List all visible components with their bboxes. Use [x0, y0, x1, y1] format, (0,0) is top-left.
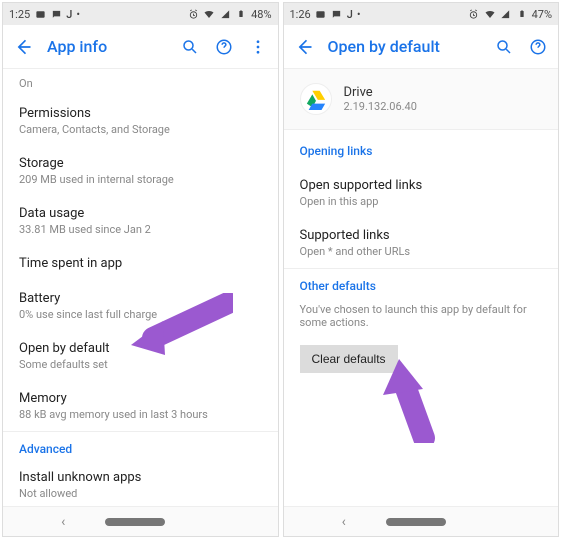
supported-title: Supported links [300, 228, 543, 243]
installunknown-title: Install unknown apps [19, 470, 262, 485]
nav-bar: ‹ [284, 506, 559, 536]
app-version: 2.19.132.06.40 [344, 100, 417, 113]
chat-icon [331, 8, 343, 20]
other-defaults-header: Other defaults [284, 269, 559, 303]
status-bar: 1:25 J • 48% [3, 3, 278, 25]
opensupported-title: Open supported links [300, 178, 543, 193]
drive-icon [300, 83, 332, 115]
item-time-spent[interactable]: Time spent in app [3, 246, 278, 281]
content: Drive 2.19.132.06.40 Opening links Open … [284, 69, 559, 506]
opensupported-sub: Open in this app [300, 195, 543, 208]
wifi-icon [484, 8, 496, 20]
app-bar: App info [3, 25, 278, 69]
search-icon[interactable] [180, 37, 200, 57]
notification-icon [315, 8, 327, 20]
app-name: Drive [344, 85, 417, 100]
item-open-by-default[interactable]: Open by default Some defaults set [3, 331, 278, 381]
alarm-icon [187, 8, 199, 20]
item-supported-links[interactable]: Supported links Open * and other URLs [284, 218, 559, 268]
data-sub: 33.81 MB used since Jan 2 [19, 223, 262, 236]
back-icon[interactable] [13, 37, 33, 57]
nav-back-icon[interactable]: ‹ [61, 514, 65, 530]
data-title: Data usage [19, 206, 262, 221]
item-permissions[interactable]: Permissions Camera, Contacts, and Storag… [3, 96, 278, 146]
storage-title: Storage [19, 156, 262, 171]
installunknown-sub: Not allowed [19, 487, 262, 500]
permissions-sub: Camera, Contacts, and Storage [19, 123, 262, 136]
battery-pct: 47% [532, 8, 552, 21]
help-icon[interactable] [528, 37, 548, 57]
page-title: Open by default [328, 37, 481, 56]
app-header: Drive 2.19.132.06.40 [284, 69, 559, 130]
other-defaults-note: You've chosen to launch this app by defa… [284, 303, 559, 339]
item-storage[interactable]: Storage 209 MB used in internal storage [3, 146, 278, 196]
status-time: 1:25 [9, 8, 30, 21]
item-install-unknown[interactable]: Install unknown apps Not allowed [3, 466, 278, 506]
content: On Permissions Camera, Contacts, and Sto… [3, 69, 278, 506]
item-open-supported-links[interactable]: Open supported links Open in this app [284, 168, 559, 218]
search-icon[interactable] [494, 37, 514, 57]
advanced-link[interactable]: Advanced [3, 432, 278, 466]
on-label: On [19, 77, 262, 90]
battery-sub: 0% use since last full charge [19, 308, 262, 321]
opening-links-header: Opening links [284, 130, 559, 168]
nav-bar: ‹ [3, 506, 278, 536]
nav-home-pill[interactable] [386, 518, 446, 526]
item-on[interactable]: On [3, 69, 278, 96]
clear-defaults-button[interactable]: Clear defaults [300, 345, 398, 373]
j-icon: J [347, 8, 353, 21]
supported-sub: Open * and other URLs [300, 245, 543, 258]
phone-left: 1:25 J • 48% [2, 2, 279, 537]
storage-sub: 209 MB used in internal storage [19, 173, 262, 186]
openbydefault-title: Open by default [19, 341, 262, 356]
memory-sub: 88 kB avg memory used in last 3 hours [19, 408, 262, 421]
dot-icon: • [357, 8, 361, 21]
phone-right: 1:26 J • 47% [283, 2, 560, 537]
nav-back-icon[interactable]: ‹ [342, 514, 346, 530]
battery-pct: 48% [251, 8, 271, 21]
notification-icon [34, 8, 46, 20]
more-icon[interactable] [248, 37, 268, 57]
page-title: App info [47, 37, 166, 56]
status-bar: 1:26 J • 47% [284, 3, 559, 25]
chat-icon [50, 8, 62, 20]
time-title: Time spent in app [19, 256, 262, 271]
app-bar: Open by default [284, 25, 559, 69]
openbydefault-sub: Some defaults set [19, 358, 262, 371]
memory-title: Memory [19, 391, 262, 406]
item-memory[interactable]: Memory 88 kB avg memory used in last 3 h… [3, 381, 278, 431]
dot-icon: • [76, 8, 80, 21]
back-icon[interactable] [294, 37, 314, 57]
battery-icon [235, 8, 247, 20]
help-icon[interactable] [214, 37, 234, 57]
wifi-icon [203, 8, 215, 20]
signal-icon [219, 8, 231, 20]
item-battery[interactable]: Battery 0% use since last full charge [3, 281, 278, 331]
j-icon: J [66, 8, 72, 21]
item-data-usage[interactable]: Data usage 33.81 MB used since Jan 2 [3, 196, 278, 246]
alarm-icon [468, 8, 480, 20]
signal-icon [500, 8, 512, 20]
battery-icon [516, 8, 528, 20]
nav-home-pill[interactable] [105, 518, 165, 526]
status-time: 1:26 [290, 8, 311, 21]
permissions-title: Permissions [19, 106, 262, 121]
battery-title: Battery [19, 291, 262, 306]
